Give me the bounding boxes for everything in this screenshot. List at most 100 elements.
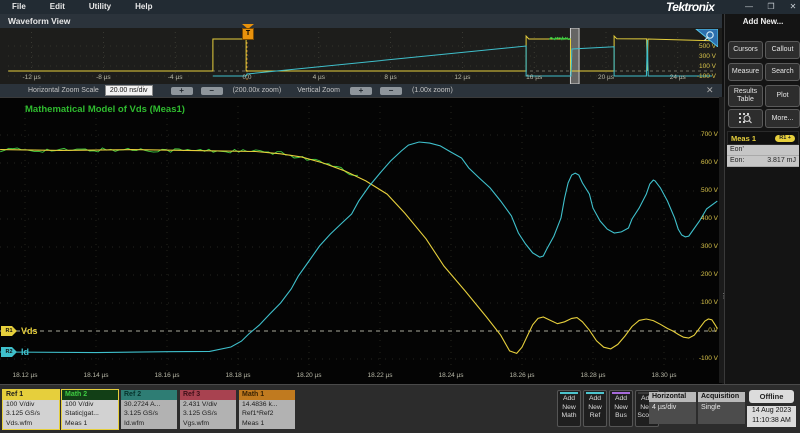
channel-badge-ref1[interactable]: Ref 1100 V/div3.125 GS/sVds.wfm (3, 390, 59, 429)
acquisition-panel-title: Acquisition (698, 392, 745, 402)
badge-line: 3.125 GS/s (121, 409, 177, 418)
horizontal-zoom-plus-button[interactable]: + (171, 87, 193, 95)
horizontal-panel[interactable]: Horizontal 4 µs/div (649, 392, 696, 424)
main-volt-tick: 500 V (694, 187, 718, 194)
tab-waveform-view[interactable]: Waveform View (0, 14, 722, 28)
meas1-badge[interactable]: Meas 1 R1 + Eon' Eon:3.817 mJ (727, 131, 799, 167)
restore-button[interactable]: ❐ (764, 0, 778, 14)
sidebar-button-callout[interactable]: Callout (765, 41, 800, 59)
badge-line: 30.2724 A... (121, 400, 177, 409)
add-new-title: Add New... (725, 17, 800, 26)
menu-edit[interactable]: Edit (38, 0, 77, 14)
offline-button[interactable]: Offline (749, 390, 794, 403)
date-text: 14 Aug 2023 (747, 406, 796, 416)
sidebar-button-more-[interactable]: More... (765, 109, 800, 128)
badge-line: 3.125 GS/s (180, 409, 236, 418)
meas1-source-pill[interactable]: R1 + (775, 135, 795, 142)
right-sidebar: Add New... CursorsCalloutMeasureSearchRe… (724, 14, 800, 388)
channel-label-vds: Vds (21, 326, 38, 336)
main-waveform-view[interactable]: Mathematical Model of Vds (Meas1) 18.12 … (0, 97, 722, 384)
add-button-label: Ref (584, 412, 606, 421)
channel-marker-r1[interactable]: R1 Vds (1, 326, 38, 336)
menu-file[interactable]: File (0, 0, 38, 14)
sidebar-button-cursors[interactable]: Cursors (728, 41, 763, 59)
sidebar-button-measure[interactable]: Measure (728, 63, 763, 81)
meas1-row-eon: Eon:3.817 mJ (727, 156, 799, 167)
overview-zoom-icon[interactable] (694, 29, 718, 47)
badge-line: 14.4836 k... (239, 400, 295, 409)
add-button-stripe (560, 392, 578, 394)
badge-header: Ref 1 (3, 390, 59, 400)
add-button-label: Add (610, 395, 632, 404)
overview-time-tick: 12 µs (454, 74, 470, 81)
sidebar-button-plot-zoom[interactable] (728, 109, 763, 128)
vertical-zoom-plus-button[interactable]: + (350, 87, 372, 95)
main-volt-tick: 400 V (694, 215, 718, 222)
menu-help[interactable]: Help (123, 0, 164, 14)
overview-volt-tick: 100 V (690, 63, 716, 70)
horizontal-zoom-factor: (200.00x zoom) (233, 87, 282, 94)
main-time-tick: 18.22 µs (367, 372, 392, 379)
zoom-close-icon[interactable]: ✕ (706, 85, 714, 96)
badge-line: Vds.wfm (3, 419, 59, 428)
add-new-ref-button[interactable]: AddNewRef (583, 390, 607, 427)
zoom-overview-strip[interactable]: -12 µs-8 µs-4 µs0.04 µs8 µs12 µs16 µs20 … (0, 28, 722, 84)
channel-badge-math2[interactable]: Math 2100 V/divStatic|gat...Meas 1 (62, 390, 118, 429)
channel-label-id: Id (21, 347, 29, 357)
tab-bar: Waveform View (0, 14, 722, 29)
channel-marker-r2[interactable]: R2 Id (1, 347, 29, 357)
meas1-name: Meas 1 (731, 134, 756, 143)
add-new-math-button[interactable]: AddNewMath (557, 390, 581, 427)
badge-line: 3.125 GS/s (3, 409, 59, 418)
vertical-zoom-minus-button[interactable]: − (380, 87, 402, 95)
trigger-marker-icon[interactable]: T (242, 28, 254, 40)
menu-utility[interactable]: Utility (77, 0, 123, 14)
badge-header: Math 2 (62, 390, 118, 400)
main-waveform-canvas (0, 98, 722, 384)
r1-tag-icon: R1 (1, 326, 17, 336)
horizontal-panel-title: Horizontal (649, 392, 696, 402)
grid-magnifier-icon (739, 113, 752, 124)
badge-line: Meas 1 (62, 419, 118, 428)
meas1-row-eon-prime: Eon' (727, 145, 799, 156)
overview-time-tick: -12 µs (22, 74, 40, 81)
main-volt-tick: 300 V (694, 243, 718, 250)
main-time-tick: 18.24 µs (438, 372, 463, 379)
sidebar-button-results-table[interactable]: Results Table (728, 85, 763, 107)
main-volt-tick: 700 V (694, 131, 718, 138)
tektronix-logo: Tektronix (666, 0, 726, 14)
acquisition-panel[interactable]: Acquisition Single (698, 392, 745, 424)
main-volt-tick: -100 V (694, 355, 718, 362)
channel-badge-math1[interactable]: Math 114.4836 k...Ref1*Ref2Meas 1 (239, 390, 295, 429)
add-new-bus-button[interactable]: AddNewBus (609, 390, 633, 427)
add-button-label: New (610, 404, 632, 413)
add-button-label: New (558, 404, 580, 413)
main-time-tick: 18.30 µs (651, 372, 676, 379)
time-text: 11:10:38 AM (747, 416, 796, 426)
horizontal-scale-value: 4 µs/div (649, 402, 696, 411)
badge-line: Vgs.wfm (180, 419, 236, 428)
badge-line: 100 V/div (62, 400, 118, 409)
sidebar-button-search[interactable]: Search (765, 63, 800, 81)
sidebar-button-plot[interactable]: Plot (765, 85, 800, 107)
r2-tag-icon: R2 (1, 347, 17, 357)
minimize-button[interactable]: — (742, 0, 756, 14)
overview-time-tick: 24 µs (670, 74, 686, 81)
badge-header: Ref 2 (121, 390, 177, 400)
badge-line: Ref1*Ref2 (239, 409, 295, 418)
add-button-label: Math (558, 412, 580, 421)
badge-line: Static|gat... (62, 409, 118, 418)
math-model-trace (0, 148, 358, 176)
close-button[interactable]: ✕ (786, 0, 800, 14)
bottom-bar: Ref 1100 V/div3.125 GS/sVds.wfmMath 2100… (0, 384, 800, 433)
overview-time-tick: -8 µs (96, 74, 111, 81)
channel-badge-ref2[interactable]: Ref 230.2724 A...3.125 GS/sId.wfm (121, 390, 177, 429)
overview-time-tick: 0.0 (242, 74, 251, 81)
overview-vds-trace (8, 36, 712, 71)
channel-badge-ref3[interactable]: Ref 32.431 V/div3.125 GS/sVgs.wfm (180, 390, 236, 429)
overview-time-tick: 4 µs (313, 74, 325, 81)
horizontal-zoom-scale-input[interactable]: 20.00 ns/div (105, 85, 153, 96)
overview-time-tick: -4 µs (168, 74, 183, 81)
add-button-label: New (584, 404, 606, 413)
horizontal-zoom-minus-button[interactable]: − (201, 87, 223, 95)
